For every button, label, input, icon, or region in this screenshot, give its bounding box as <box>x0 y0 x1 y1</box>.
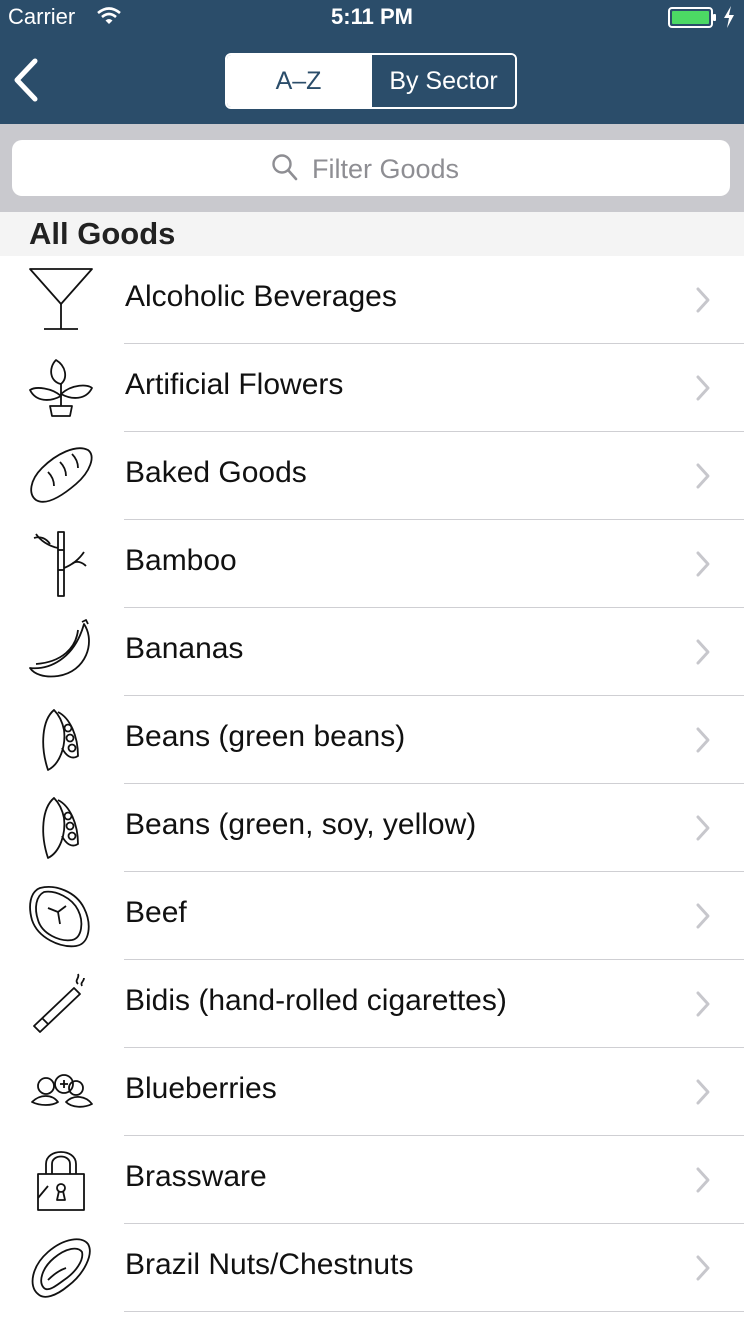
list-item[interactable]: Artificial Flowers <box>0 344 744 432</box>
search-field-container[interactable] <box>12 140 730 196</box>
blueberries-icon <box>26 1058 96 1126</box>
search-icon <box>271 153 299 188</box>
chevron-right-icon <box>695 462 711 495</box>
row-divider <box>124 1311 744 1312</box>
chevron-right-icon <box>695 1254 711 1287</box>
list-item[interactable]: Brazil Nuts/Chestnuts <box>0 1224 744 1312</box>
bean-pod-icon <box>26 794 96 862</box>
chevron-right-icon <box>695 550 711 583</box>
list-item-label: Beef <box>125 896 187 929</box>
list-item[interactable]: Beans (green beans) <box>0 696 744 784</box>
chevron-right-icon <box>695 902 711 935</box>
clock-label: 5:11 PM <box>331 4 413 29</box>
cigarette-icon <box>26 970 96 1038</box>
section-header: All Goods <box>0 212 744 256</box>
back-button[interactable] <box>10 56 44 104</box>
potted-plant-icon <box>26 354 96 422</box>
list-item[interactable]: Bidis (hand-rolled cigarettes) <box>0 960 744 1048</box>
banana-icon <box>26 618 96 686</box>
list-item[interactable]: Blueberries <box>0 1048 744 1136</box>
list-item[interactable]: Baked Goods <box>0 432 744 520</box>
sort-segmented-control: A–Z By Sector <box>225 53 517 109</box>
list-item-label: Brassware <box>125 1160 267 1193</box>
padlock-icon <box>26 1146 96 1214</box>
list-item-label: Blueberries <box>125 1072 277 1105</box>
list-item-label: Bidis (hand-rolled cigarettes) <box>125 984 507 1017</box>
goods-list: Alcoholic Beverages Artificial Flowers B… <box>0 256 744 1312</box>
list-item-label: Baked Goods <box>125 456 307 489</box>
charging-bolt-icon <box>722 5 736 35</box>
list-item[interactable]: Beans (green, soy, yellow) <box>0 784 744 872</box>
list-item[interactable]: Beef <box>0 872 744 960</box>
bread-loaf-icon <box>26 442 96 510</box>
list-item-label: Beans (green beans) <box>125 720 406 753</box>
list-item[interactable]: Bananas <box>0 608 744 696</box>
chevron-right-icon <box>695 374 711 407</box>
list-item-label: Bamboo <box>125 544 237 577</box>
chevron-right-icon <box>695 638 711 671</box>
chevron-right-icon <box>695 726 711 759</box>
bean-pod-icon <box>26 706 96 774</box>
chevron-right-icon <box>695 1166 711 1199</box>
list-item[interactable]: Brassware <box>0 1136 744 1224</box>
battery-icon <box>668 7 718 35</box>
bamboo-icon <box>26 530 96 598</box>
segment-a-z[interactable]: A–Z <box>227 55 370 107</box>
nut-icon <box>26 1234 96 1302</box>
search-bar <box>0 124 744 212</box>
list-item-label: Beans (green, soy, yellow) <box>125 808 477 841</box>
segment-by-sector[interactable]: By Sector <box>370 55 515 107</box>
steak-icon <box>26 882 96 950</box>
cocktail-glass-icon <box>26 266 96 334</box>
chevron-right-icon <box>695 814 711 847</box>
filter-goods-input[interactable] <box>310 148 714 190</box>
list-item-label: Brazil Nuts/Chestnuts <box>125 1248 414 1281</box>
chevron-right-icon <box>695 990 711 1023</box>
section-title: All Goods <box>29 216 176 251</box>
status-bar: Carrier 5:11 PM <box>0 0 744 34</box>
chevron-left-icon <box>14 58 38 102</box>
chevron-right-icon <box>695 286 711 319</box>
list-item[interactable]: Alcoholic Beverages <box>0 256 744 344</box>
navigation-bar: Carrier 5:11 PM A–Z By Sector <box>0 0 744 124</box>
chevron-right-icon <box>695 1078 711 1111</box>
list-item[interactable]: Bamboo <box>0 520 744 608</box>
list-item-label: Alcoholic Beverages <box>125 280 397 313</box>
list-item-label: Bananas <box>125 632 244 665</box>
list-item-label: Artificial Flowers <box>125 368 344 401</box>
